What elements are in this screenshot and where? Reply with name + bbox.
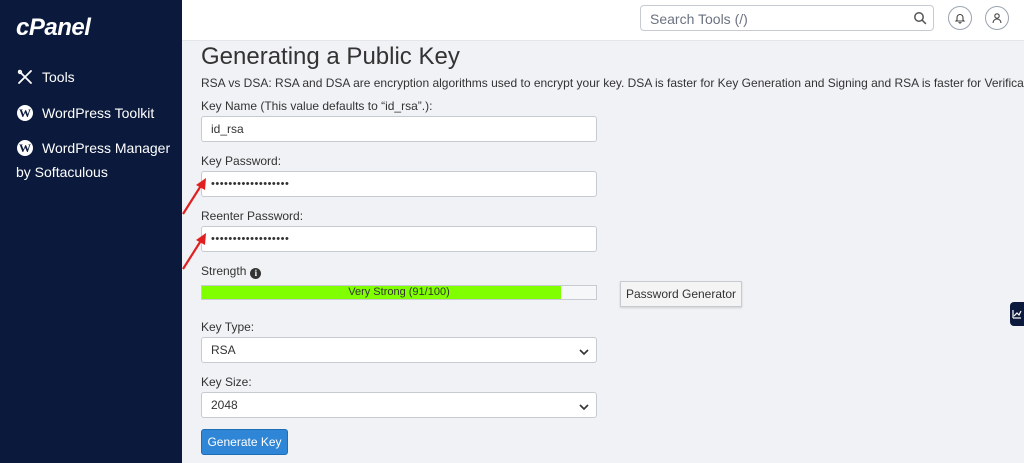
key-type-label: Key Type: (201, 320, 255, 334)
strength-text: Very Strong (91/100) (348, 286, 450, 298)
sidebar-item-sublabel[interactable]: by Softaculous (16, 164, 108, 180)
user-menu-button[interactable] (985, 6, 1009, 30)
sidebar-item-wordpress-toolkit[interactable]: W WordPress Toolkit (16, 104, 154, 122)
password-strength-meter: Very Strong (91/100) (201, 285, 597, 300)
key-type-select[interactable]: RSA (201, 337, 597, 363)
key-password-label: Key Password: (201, 154, 282, 168)
key-name-input[interactable]: id_rsa (201, 116, 597, 142)
info-icon[interactable]: i (250, 267, 262, 279)
sidebar-item-wordpress-manager[interactable]: W WordPress Manager (16, 139, 170, 157)
main-content: Generating a Public Key RSA vs DSA: RSA … (182, 41, 1024, 463)
page-description: RSA vs DSA: RSA and DSA are encryption a… (201, 76, 1024, 90)
key-size-value: 2048 (211, 398, 238, 412)
generate-key-button[interactable]: Generate Key (201, 429, 288, 455)
key-type-value: RSA (211, 343, 236, 357)
key-size-label: Key Size: (201, 375, 252, 389)
chevron-down-icon (578, 342, 590, 366)
key-password-input[interactable]: •••••••••••••••••• (201, 171, 597, 197)
reenter-password-label: Reenter Password: (201, 209, 304, 223)
chevron-down-icon (578, 397, 590, 421)
stats-panel-toggle[interactable] (1010, 302, 1024, 326)
sidebar-item-label: WordPress Toolkit (42, 105, 155, 121)
key-name-label: Key Name (This value defaults to “id_rsa… (201, 99, 433, 113)
search-icon[interactable] (913, 11, 927, 30)
key-size-select[interactable]: 2048 (201, 392, 597, 418)
strength-label-text: Strength (201, 264, 247, 278)
password-generator-button[interactable]: Password Generator (620, 281, 742, 307)
sidebar-item-tools[interactable]: Tools (16, 68, 75, 86)
sidebar-item-label: Tools (42, 69, 75, 85)
top-bar (182, 0, 1024, 41)
wordpress-icon: W (17, 105, 33, 121)
page-title: Generating a Public Key (201, 43, 460, 70)
wordpress-icon: W (17, 140, 33, 156)
tools-icon (16, 68, 34, 86)
strength-label: Strength i (201, 264, 262, 279)
bell-icon (954, 12, 966, 24)
search-box[interactable] (640, 5, 934, 31)
search-input[interactable] (648, 7, 902, 31)
notifications-button[interactable] (948, 6, 972, 30)
sidebar: cPanel Tools W WordPress Toolkit W WordP… (0, 0, 182, 463)
reenter-password-input[interactable]: •••••••••••••••••• (201, 226, 597, 252)
annotation-arrow-icon (182, 178, 206, 215)
chart-icon (1012, 309, 1022, 319)
user-icon (991, 12, 1003, 24)
cpanel-logo[interactable]: cPanel (16, 14, 91, 42)
sidebar-item-label: WordPress Manager (42, 140, 171, 156)
